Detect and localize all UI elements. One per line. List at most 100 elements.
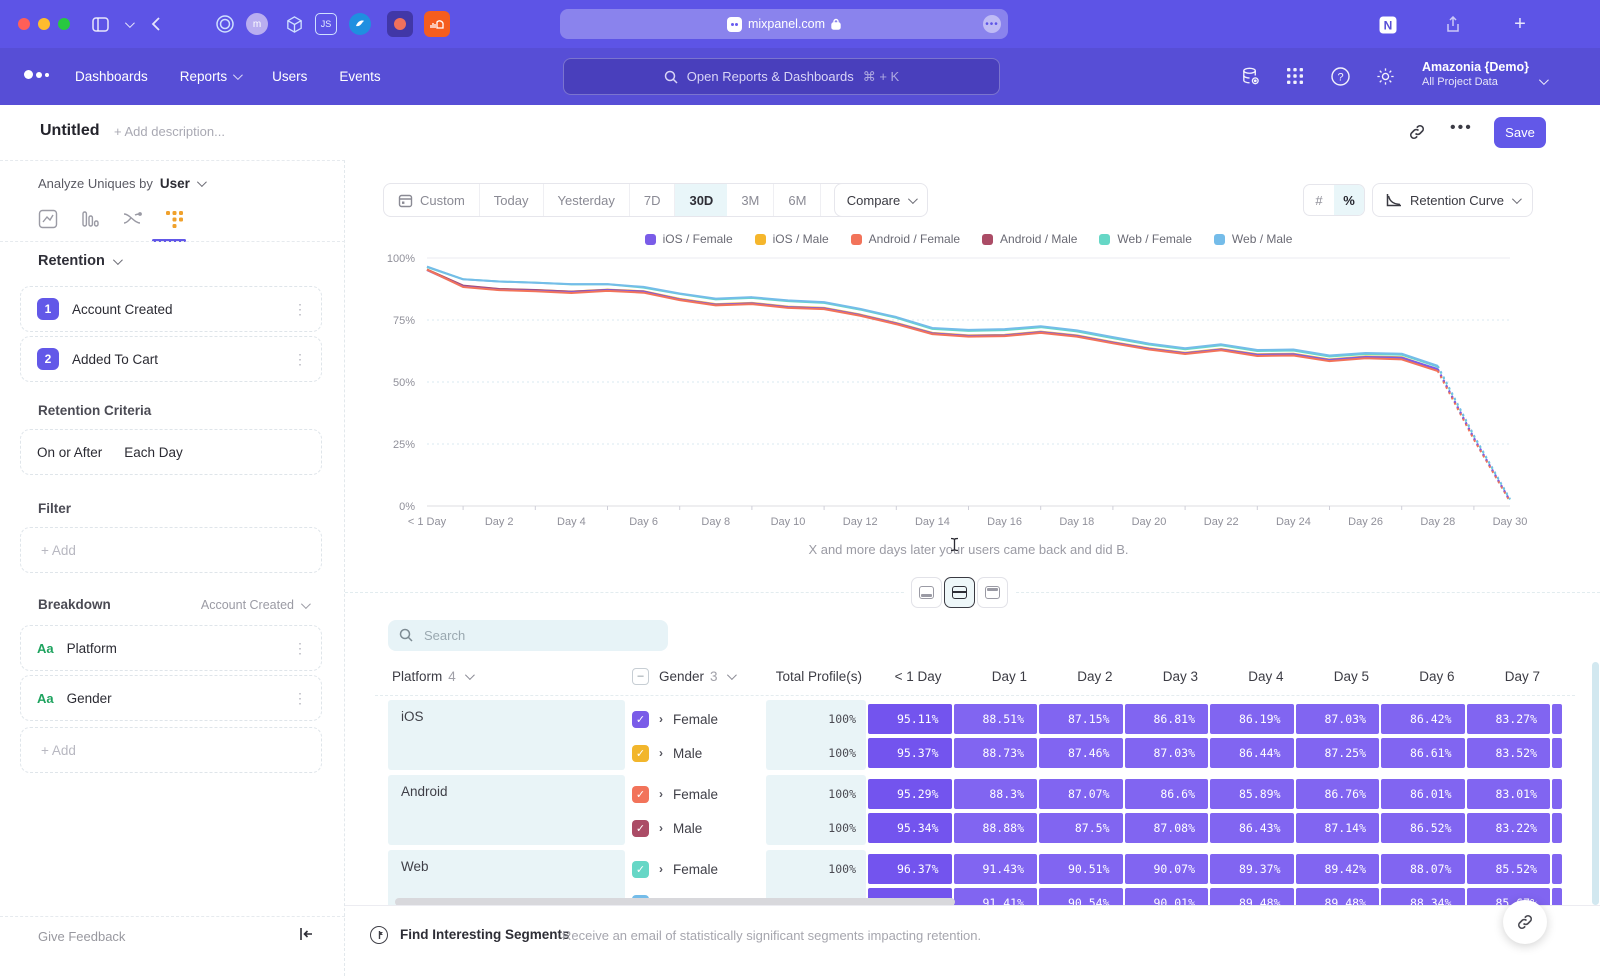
- row-checkbox[interactable]: ✓: [632, 820, 649, 837]
- retention-value-cell[interactable]: 86.52%: [1381, 813, 1465, 843]
- compare-button[interactable]: Compare: [834, 183, 928, 217]
- retention-value-cell[interactable]: 95.37%: [868, 738, 952, 768]
- settings-gear-icon[interactable]: [1373, 64, 1397, 88]
- retention-value-cell[interactable]: 86.61%: [1381, 738, 1465, 768]
- table-only-view-button[interactable]: [977, 577, 1008, 608]
- retention-value-cell[interactable]: 87.25%: [1296, 738, 1380, 768]
- retention-value-cell[interactable]: 90.51%: [1039, 854, 1123, 884]
- day-header-4[interactable]: Day 4: [1210, 662, 1284, 690]
- row-checkbox[interactable]: ✓: [632, 861, 649, 878]
- retention-value-cell[interactable]: 85.89%: [1210, 779, 1294, 809]
- retention-value-cell[interactable]: 95.29%: [868, 779, 952, 809]
- retention-value-cell[interactable]: 86.44%: [1210, 738, 1294, 768]
- data-management-icon[interactable]: [1238, 64, 1262, 88]
- table-search-input[interactable]: [388, 620, 668, 651]
- range-3m[interactable]: 3M: [727, 184, 774, 216]
- apps-grid-icon[interactable]: [1283, 64, 1307, 88]
- tab-icon-m-avatar[interactable]: m: [246, 13, 268, 35]
- chart-only-view-button[interactable]: [911, 577, 942, 608]
- collapse-sidebar-icon[interactable]: [299, 927, 314, 944]
- give-feedback-link[interactable]: Give Feedback: [38, 929, 125, 944]
- range-today[interactable]: Today: [480, 184, 544, 216]
- legend-item[interactable]: iOS / Female: [645, 232, 733, 246]
- nav-item-dashboards[interactable]: Dashboards: [75, 69, 148, 84]
- report-title[interactable]: Untitled: [40, 122, 100, 140]
- breakdown-card-gender[interactable]: Aa Gender ⋮: [20, 675, 322, 721]
- retention-value-cell[interactable]: 86.01%: [1381, 779, 1465, 809]
- notion-extension-icon[interactable]: N: [1376, 13, 1400, 37]
- legend-item[interactable]: Web / Female: [1099, 232, 1191, 246]
- range-custom[interactable]: Custom: [384, 184, 480, 216]
- tab-icon-red-app[interactable]: [387, 11, 413, 37]
- step-card-account-created[interactable]: 1 Account Created ⋮: [20, 286, 322, 332]
- legend-item[interactable]: iOS / Male: [755, 232, 829, 246]
- legend-item[interactable]: Android / Female: [851, 232, 960, 246]
- range-6m[interactable]: 6M: [774, 184, 821, 216]
- retention-value-cell[interactable]: 86.19%: [1210, 704, 1294, 734]
- legend-item[interactable]: Android / Male: [982, 232, 1077, 246]
- legend-item[interactable]: Web / Male: [1214, 232, 1292, 246]
- retention-value-cell[interactable]: 83.52%: [1467, 738, 1551, 768]
- retention-value-cell[interactable]: 88.3%: [954, 779, 1038, 809]
- retention-line-chart[interactable]: 0%25%50%75%100%< 1 DayDay 2Day 4Day 6Day…: [345, 248, 1600, 548]
- retention-value-cell[interactable]: 86.76%: [1296, 779, 1380, 809]
- retention-value-cell[interactable]: 89.37%: [1210, 854, 1294, 884]
- tab-retention[interactable]: [162, 205, 186, 233]
- retention-value-cell[interactable]: 95.11%: [868, 704, 952, 734]
- retention-value-cell[interactable]: 87.08%: [1125, 813, 1209, 843]
- split-view-button[interactable]: [944, 577, 975, 608]
- tab-funnels[interactable]: [78, 205, 102, 233]
- retention-value-cell[interactable]: 91.41%: [954, 888, 1038, 905]
- retention-value-cell[interactable]: 85.67%: [1467, 888, 1551, 905]
- retention-value-cell[interactable]: 88.73%: [954, 738, 1038, 768]
- nav-item-events[interactable]: Events: [339, 69, 380, 84]
- add-description[interactable]: + Add description...: [114, 124, 225, 139]
- step-card-added-to-cart[interactable]: 2 Added To Cart ⋮: [20, 336, 322, 382]
- nav-item-reports[interactable]: Reports: [180, 69, 240, 84]
- retention-value-cell[interactable]: 90.54%: [1039, 888, 1123, 905]
- breakdown-options-icon[interactable]: ⋮: [293, 640, 307, 657]
- retention-value-cell[interactable]: 87.14%: [1296, 813, 1380, 843]
- total-profiles-header[interactable]: Total Profile(s): [766, 662, 862, 690]
- row-checkbox[interactable]: ✓: [632, 786, 649, 803]
- minimize-window-button[interactable]: [38, 18, 50, 30]
- org-switcher[interactable]: Amazonia {Demo} All Project Data: [1422, 60, 1529, 88]
- copy-link-icon[interactable]: [1408, 123, 1426, 146]
- retention-value-cell[interactable]: 87.03%: [1125, 738, 1209, 768]
- more-options-icon[interactable]: •••: [1450, 119, 1473, 137]
- retention-value-cell[interactable]: 86.43%: [1210, 813, 1294, 843]
- tab-insights[interactable]: [36, 205, 60, 233]
- retention-value-cell[interactable]: 91.43%: [954, 854, 1038, 884]
- retention-value-cell[interactable]: 83.01%: [1467, 779, 1551, 809]
- tab-flows[interactable]: [120, 205, 144, 233]
- day-header-6[interactable]: Day 6: [1381, 662, 1455, 690]
- retention-value-cell[interactable]: 90.07%: [1125, 854, 1209, 884]
- gender-row-ios-female[interactable]: ✓›Female: [632, 704, 718, 734]
- platform-column-header[interactable]: Platform 4: [392, 662, 472, 690]
- day-header-1[interactable]: Day 1: [954, 662, 1028, 690]
- retention-value-cell[interactable]: 87.03%: [1296, 704, 1380, 734]
- chart-view-dropdown[interactable]: Retention Curve: [1372, 183, 1533, 217]
- tab-icon-target[interactable]: [212, 11, 238, 37]
- help-icon[interactable]: ?: [1328, 64, 1352, 88]
- maximize-window-button[interactable]: [58, 18, 70, 30]
- expand-row-icon[interactable]: ›: [659, 712, 663, 726]
- new-tab-icon[interactable]: +: [1508, 12, 1532, 36]
- retention-value-cell[interactable]: 89.48%: [1210, 888, 1294, 905]
- save-button[interactable]: Save: [1494, 117, 1546, 148]
- retention-value-cell[interactable]: 87.46%: [1039, 738, 1123, 768]
- day-header-2[interactable]: Day 2: [1039, 662, 1113, 690]
- filter-add-button[interactable]: + Add: [20, 527, 322, 573]
- gender-row-android-male[interactable]: ✓›Male: [632, 813, 702, 843]
- chevron-down-icon[interactable]: [116, 12, 140, 36]
- expand-row-icon[interactable]: ›: [659, 862, 663, 876]
- gender-column-header[interactable]: – Gender 3: [632, 662, 734, 690]
- day-header-3[interactable]: Day 3: [1125, 662, 1199, 690]
- retention-value-cell[interactable]: 83.27%: [1467, 704, 1551, 734]
- range-7d[interactable]: 7D: [630, 184, 676, 216]
- unit-number-button[interactable]: #: [1304, 185, 1334, 215]
- retention-value-cell[interactable]: 95.34%: [868, 813, 952, 843]
- step-options-icon[interactable]: ⋮: [293, 301, 307, 318]
- series-line-web---female[interactable]: [427, 267, 1438, 367]
- criteria-interval[interactable]: Each Day: [124, 445, 183, 460]
